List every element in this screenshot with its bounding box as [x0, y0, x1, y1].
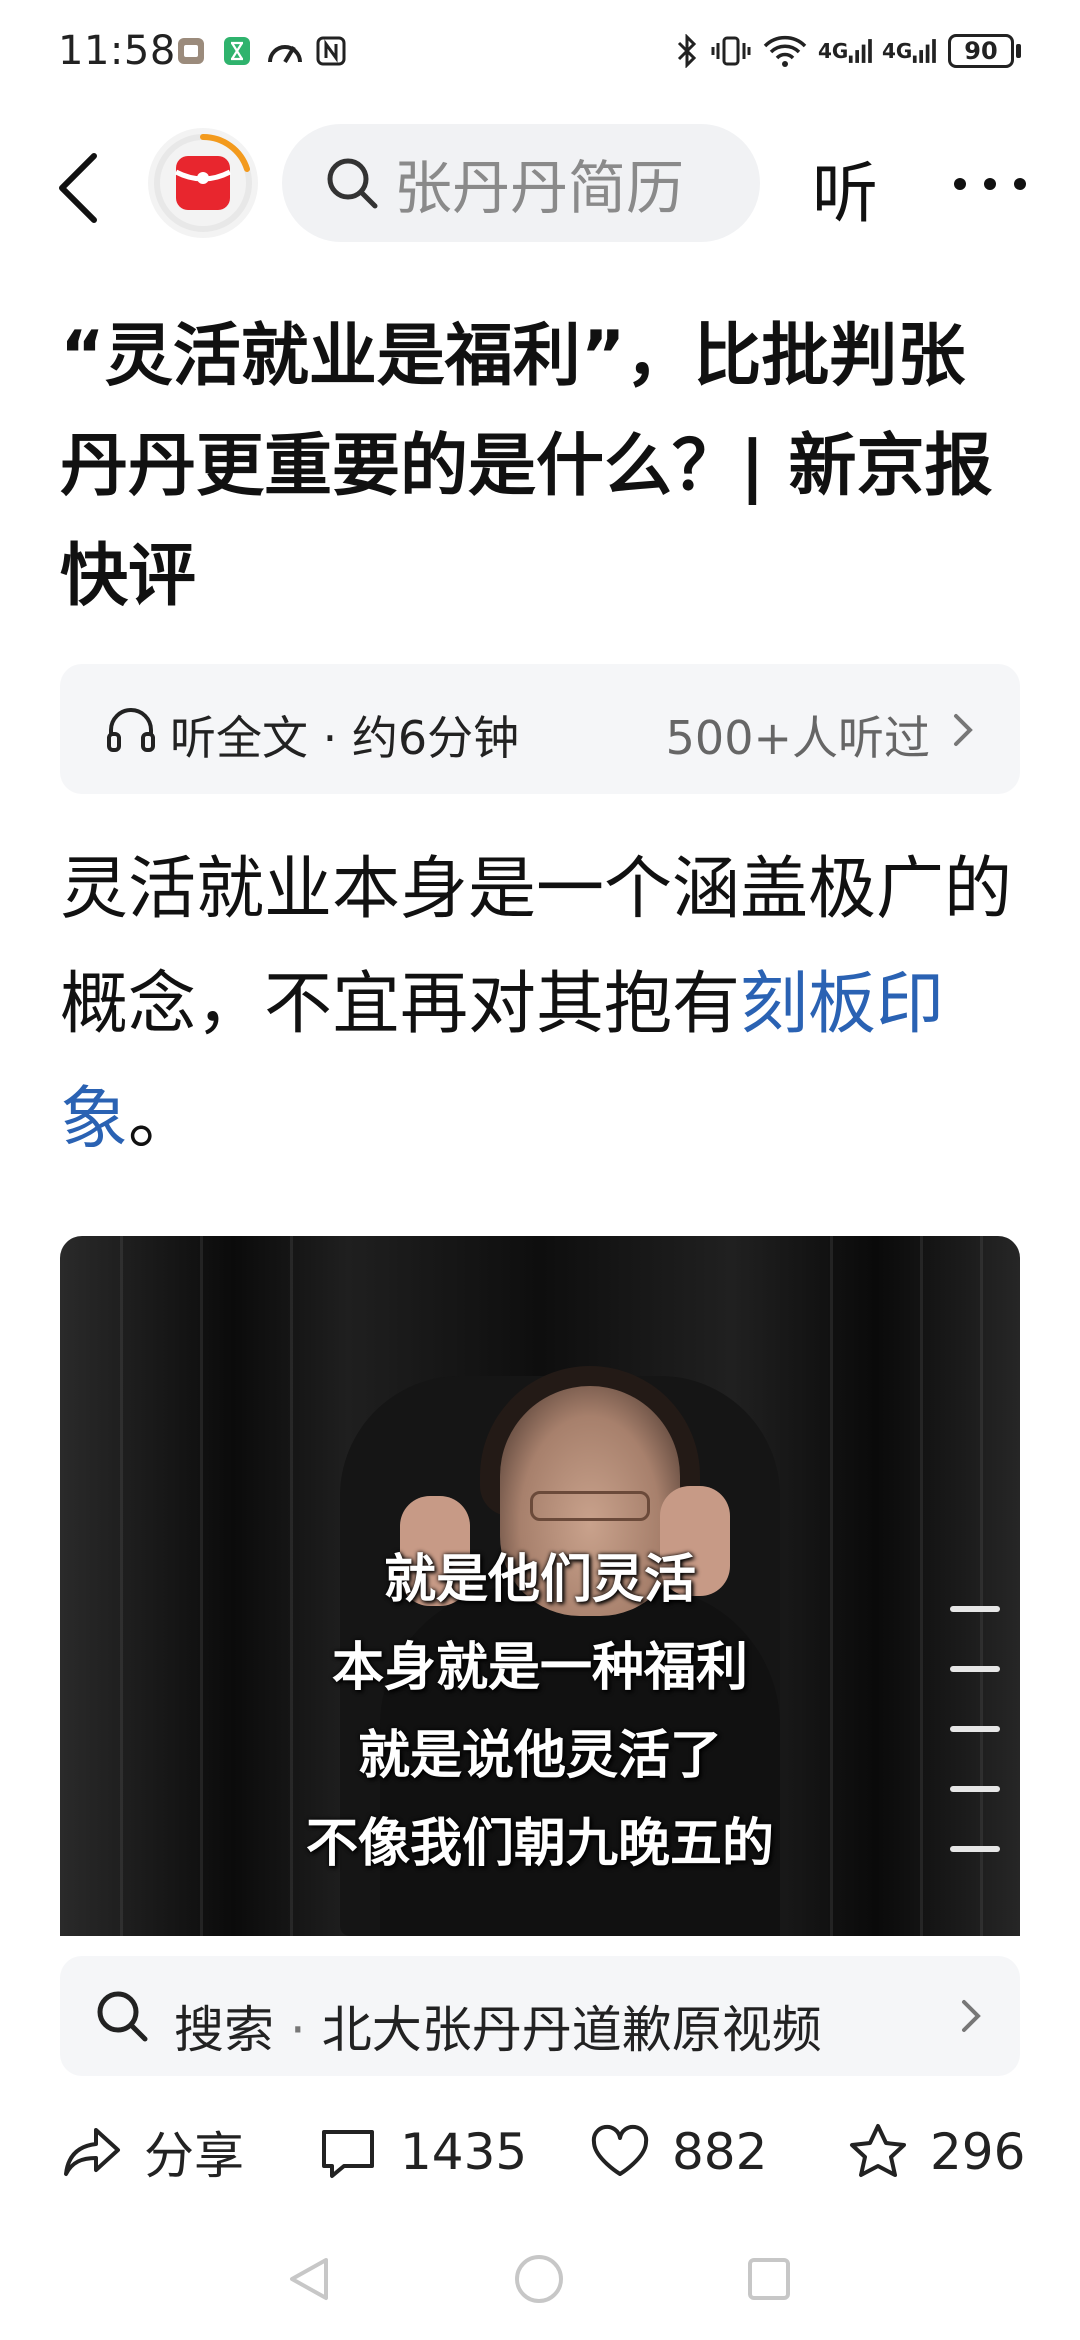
article-title: “灵活就业是福利”，比批判张丹丹更重要的是什么？| 新京报快评	[60, 317, 993, 616]
subtitle-line: 不像我们朝九晚五的	[305, 1814, 774, 1874]
cellular-signal-1-icon: 4G	[818, 32, 874, 70]
notification-app-icon	[172, 32, 210, 70]
status-time: 11:58	[58, 28, 176, 74]
related-search-card[interactable]: 搜索 · 北大张丹丹道歉原视频	[60, 1956, 1020, 2076]
speaker-glasses	[530, 1491, 650, 1521]
search-input[interactable]: 张丹丹简历	[394, 141, 704, 225]
like-count: 882	[672, 2123, 768, 2181]
listener-count: 500+人听过	[665, 711, 930, 765]
subtitle-line: 就是他们灵活	[383, 1550, 696, 1610]
more-button[interactable]	[950, 176, 1030, 190]
status-bar: 11:58 4G 4G 90	[0, 0, 1080, 110]
headphones-icon	[107, 708, 155, 752]
system-recents-icon[interactable]	[742, 2252, 796, 2306]
share-label: 分享	[144, 2127, 244, 2185]
related-search-separator: ·	[289, 2001, 306, 2059]
app-logo[interactable]	[148, 128, 258, 238]
nfc-icon	[312, 32, 350, 70]
lead-end: 。	[128, 1080, 197, 1159]
subtitle-line: 就是说他灵活了	[357, 1726, 722, 1786]
system-navigation-bar	[0, 2228, 1080, 2340]
audio-label: 听全文 · 约6分钟	[170, 711, 520, 765]
search-bar[interactable]: 张丹丹简历	[282, 124, 760, 242]
video-subtitles: 就是他们灵活 本身就是一种福利 就是说他灵活了 不像我们朝九晚五的	[60, 1536, 1020, 1888]
chevron-right-icon	[962, 2000, 981, 2032]
search-icon	[97, 1991, 148, 2042]
comment-icon	[322, 2130, 374, 2178]
timer-icon	[220, 32, 254, 70]
heart-icon	[591, 2124, 649, 2176]
share-icon	[64, 2128, 120, 2176]
more-horizontal-icon	[954, 178, 1026, 190]
cellular-signal-2-icon: 4G	[882, 32, 938, 70]
lead-paragraph: 灵活就业本身是一个涵盖极广的概念，不宜再对其抱有刻板印象。	[60, 832, 1020, 1177]
comment-count: 1435	[400, 2123, 528, 2181]
chevron-right-icon	[954, 714, 973, 746]
share-button[interactable]: 分享	[60, 2112, 244, 2192]
star-icon	[850, 2124, 906, 2177]
related-search-text: 搜索 · 北大张丹丹道歉原视频	[174, 1990, 822, 2062]
system-home-icon[interactable]	[512, 2252, 566, 2306]
back-button[interactable]	[50, 148, 110, 228]
related-search-query: 北大张丹丹道歉原视频	[321, 2001, 822, 2059]
bluetooth-icon	[672, 32, 702, 70]
video-player[interactable]: 就是他们灵活 本身就是一种福利 就是说他灵活了 不像我们朝九晚五的	[60, 1236, 1020, 1936]
vibrate-icon	[708, 32, 754, 70]
listen-button[interactable]: 听	[812, 140, 878, 236]
wifi-icon	[760, 32, 810, 70]
related-search-prefix: 搜索	[174, 2001, 274, 2059]
favorite-count: 296	[930, 2123, 1026, 2181]
search-icon	[327, 158, 378, 209]
battery-indicator: 90	[948, 34, 1014, 68]
listen-full-article-bar[interactable]: 听全文 · 约6分钟 500+人听过	[60, 664, 1020, 794]
favorite-button[interactable]: 296	[846, 2112, 1025, 2192]
battery-tip	[1016, 44, 1021, 58]
subtitle-line: 本身就是一种福利	[331, 1638, 748, 1698]
like-button[interactable]: 882	[588, 2112, 767, 2192]
red-packet-logo-icon	[154, 133, 252, 232]
system-back-icon[interactable]	[282, 2252, 336, 2306]
comment-button[interactable]: 1435	[316, 2112, 527, 2192]
chevron-left-icon	[59, 153, 97, 223]
speed-gauge-icon	[264, 32, 306, 70]
